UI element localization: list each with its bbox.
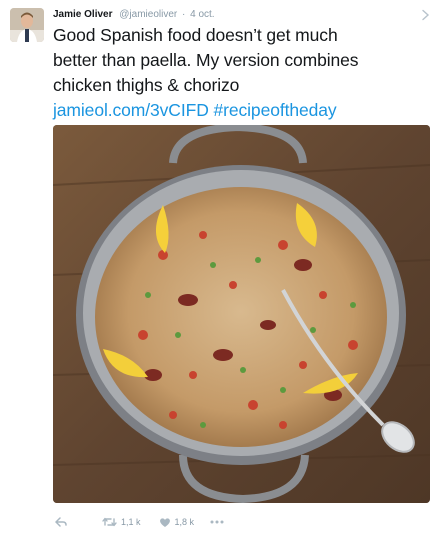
tweet-actions: 1,1 k 1,8 k — [53, 514, 224, 530]
tweet-photo[interactable] — [53, 125, 430, 503]
tweet-link-line: jamieol.com/3vCIFD #recipeoftheday — [53, 98, 433, 123]
tweet-text: Good Spanish food doesn’t get much bette… — [53, 23, 433, 123]
paella-photo — [53, 125, 430, 503]
separator-dot: · — [182, 9, 186, 20]
retweet-button[interactable]: 1,1 k — [102, 517, 141, 527]
tweet-link[interactable]: jamieol.com/3vCIFD — [53, 100, 209, 120]
avatar[interactable] — [10, 8, 44, 42]
hashtag-link[interactable]: #recipeoftheday — [214, 100, 337, 120]
tweet-text-line-2: better than paella. My version combines — [53, 50, 359, 70]
timestamp[interactable]: 4 oct. — [190, 9, 214, 20]
caret-icon[interactable] — [421, 8, 431, 21]
more-dots-icon — [210, 520, 224, 524]
tweet-text-line-1: Good Spanish food doesn’t get much — [53, 25, 338, 45]
more-button[interactable] — [210, 520, 224, 524]
retweet-count: 1,1 k — [121, 517, 141, 527]
author-handle[interactable]: @jamieoliver — [119, 9, 177, 20]
heart-icon — [159, 517, 171, 528]
tweet-card: Jamie Oliver @jamieoliver · 4 oct. Good … — [0, 0, 441, 535]
author-name[interactable]: Jamie Oliver — [53, 9, 112, 20]
retweet-icon — [102, 517, 117, 527]
tweet-header: Jamie Oliver @jamieoliver · 4 oct. — [53, 9, 215, 21]
reply-icon — [55, 517, 67, 527]
reply-button[interactable] — [55, 517, 67, 527]
like-count: 1,8 k — [174, 517, 195, 527]
tweet-text-line-3: chicken thighs & chorizo — [53, 75, 240, 95]
like-button[interactable]: 1,8 k — [159, 517, 195, 528]
